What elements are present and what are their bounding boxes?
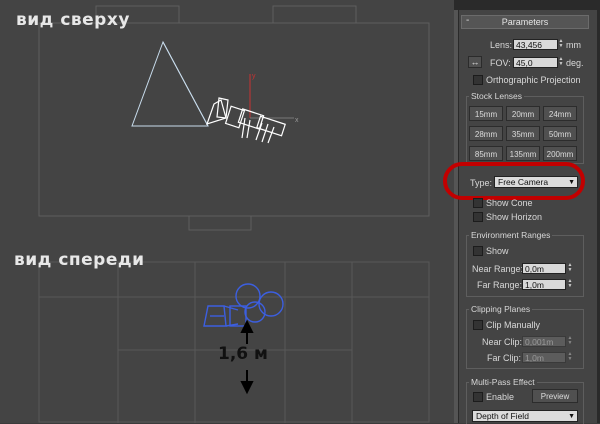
near-range-input[interactable]: 0,0m bbox=[522, 263, 566, 274]
top-view-room bbox=[38, 5, 430, 231]
lens-28mm-button[interactable]: 28mm bbox=[469, 126, 503, 141]
far-range-spinner[interactable]: ▲ ▼ bbox=[567, 279, 573, 290]
near-clip-label: Near Clip: bbox=[482, 337, 523, 347]
far-range-label: Far Range: bbox=[477, 280, 523, 290]
lens-input[interactable]: 43,456 bbox=[513, 39, 558, 50]
show-horizon-checkbox[interactable] bbox=[473, 212, 483, 222]
lens-unit: mm bbox=[566, 40, 581, 50]
camera-body-front[interactable] bbox=[203, 283, 284, 327]
fov-input[interactable]: 45,0 bbox=[513, 57, 558, 68]
multi-pass-enable-checkbox[interactable] bbox=[473, 392, 483, 402]
type-highlight-circle bbox=[443, 162, 585, 200]
effect-dropdown-arrow-icon: ▼ bbox=[568, 413, 575, 420]
near-clip-input[interactable]: 0,001m bbox=[522, 336, 566, 347]
lens-135mm-button[interactable]: 135mm bbox=[506, 146, 540, 161]
front-view-room bbox=[38, 261, 430, 423]
axis-gizmo: y x bbox=[249, 73, 299, 124]
stock-lenses-title: Stock Lenses bbox=[469, 91, 525, 101]
lens-24mm-button[interactable]: 24mm bbox=[543, 106, 577, 121]
panel-scrollbar[interactable] bbox=[454, 10, 458, 423]
ortho-checkbox[interactable] bbox=[473, 75, 483, 85]
env-show-checkbox[interactable] bbox=[473, 246, 483, 256]
fov-unit: deg. bbox=[566, 58, 584, 68]
lens-20mm-button[interactable]: 20mm bbox=[506, 106, 540, 121]
axis-y-label: y bbox=[252, 73, 256, 80]
environment-ranges-title: Environment Ranges bbox=[469, 230, 553, 240]
far-range-input[interactable]: 1,0m bbox=[522, 279, 566, 290]
near-clip-spinner[interactable]: ▲ ▼ bbox=[567, 336, 573, 347]
multi-pass-enable-label: Enable bbox=[486, 392, 515, 402]
env-show-label: Show bbox=[486, 246, 509, 256]
viewport-area[interactable]: y x вид сверху вид спереди 1,6 м bbox=[0, 0, 454, 423]
lens-label: Lens: bbox=[490, 40, 513, 50]
fov-label: FOV: bbox=[490, 58, 511, 68]
lens-15mm-button[interactable]: 15mm bbox=[469, 106, 503, 121]
lens-50mm-button[interactable]: 50mm bbox=[543, 126, 577, 141]
camera-body-top[interactable] bbox=[206, 97, 286, 144]
lens-200mm-button[interactable]: 200mm bbox=[543, 146, 577, 161]
fov-spinner[interactable]: ▲ ▼ bbox=[558, 57, 564, 68]
clipping-planes-title: Clipping Planes bbox=[469, 304, 533, 314]
clip-manually-label: Clip Manually bbox=[486, 320, 541, 330]
front-view-label: вид спереди bbox=[14, 250, 145, 270]
ortho-label: Orthographic Projection bbox=[486, 75, 581, 85]
far-clip-label: Far Clip: bbox=[487, 353, 522, 363]
camera-frustum[interactable] bbox=[131, 40, 209, 127]
show-cone-label: Show Cone bbox=[486, 198, 533, 208]
multi-pass-effect-value: Depth of Field bbox=[476, 411, 529, 421]
lens-spinner[interactable]: ▲ ▼ bbox=[558, 39, 564, 50]
top-view-label: вид сверху bbox=[16, 10, 130, 30]
preview-button[interactable]: Preview bbox=[532, 389, 578, 403]
fov-direction-icon[interactable]: ↔ bbox=[468, 56, 482, 68]
clip-manually-checkbox[interactable] bbox=[473, 320, 483, 330]
far-clip-spinner[interactable]: ▲ ▼ bbox=[567, 352, 573, 363]
far-clip-input[interactable]: 1,0m bbox=[522, 352, 566, 363]
show-cone-checkbox[interactable] bbox=[473, 198, 483, 208]
lens-85mm-button[interactable]: 85mm bbox=[469, 146, 503, 161]
multi-pass-effect-dropdown[interactable]: Depth of Field ▼ bbox=[472, 410, 578, 422]
near-range-label: Near Range: bbox=[472, 264, 524, 274]
parameters-title: Parameters bbox=[501, 17, 549, 27]
axis-x-label: x bbox=[295, 117, 299, 124]
lens-35mm-button[interactable]: 35mm bbox=[506, 126, 540, 141]
near-range-spinner[interactable]: ▲ ▼ bbox=[567, 263, 573, 274]
parameters-rollout-header[interactable]: - Parameters bbox=[461, 15, 589, 29]
height-dimension-label: 1,6 м bbox=[218, 344, 268, 364]
multi-pass-title: Multi-Pass Effect bbox=[469, 377, 537, 387]
show-horizon-label: Show Horizon bbox=[486, 212, 543, 222]
